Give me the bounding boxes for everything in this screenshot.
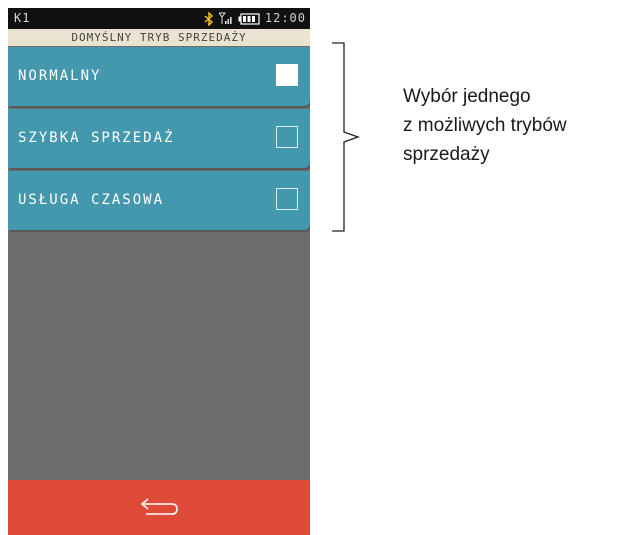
bluetooth-icon [204,11,213,26]
page: K1 12:00 DOMYŚLNY TRYB SPRZEDAŻY NORMALN… [0,0,621,535]
status-icons: 12:00 [204,8,306,29]
back-arrow-icon [140,497,178,515]
option-normalny[interactable]: NORMALNY [8,47,310,106]
device-screen: K1 12:00 DOMYŚLNY TRYB SPRZEDAŻY NORMALN… [8,8,310,535]
screen-title: DOMYŚLNY TRYB SPRZEDAŻY [8,29,310,46]
annotation-bracket [332,42,360,232]
annotation-text: Wybór jednego z możliwych trybów sprzeda… [403,86,567,165]
option-usluga-czasowa[interactable]: USŁUGA CZASOWA [8,171,310,230]
back-button[interactable] [8,480,310,535]
battery-icon [238,12,260,25]
option-label: USŁUGA CZASOWA [18,192,165,208]
option-label: SZYBKA SPRZEDAŻ [18,130,175,146]
checkbox-unchecked[interactable] [276,126,298,148]
option-label: NORMALNY [18,68,102,84]
signal-icon [218,12,232,24]
checkbox-checked[interactable] [276,64,298,86]
clock: 12:00 [264,11,306,25]
status-label: K1 [14,11,31,25]
checkbox-unchecked[interactable] [276,188,298,210]
sale-mode-options: NORMALNY SZYBKA SPRZEDAŻ USŁUGA CZASOWA [8,47,310,233]
option-szybka-sprzedaz[interactable]: SZYBKA SPRZEDAŻ [8,109,310,168]
status-bar: K1 12:00 [8,8,310,29]
